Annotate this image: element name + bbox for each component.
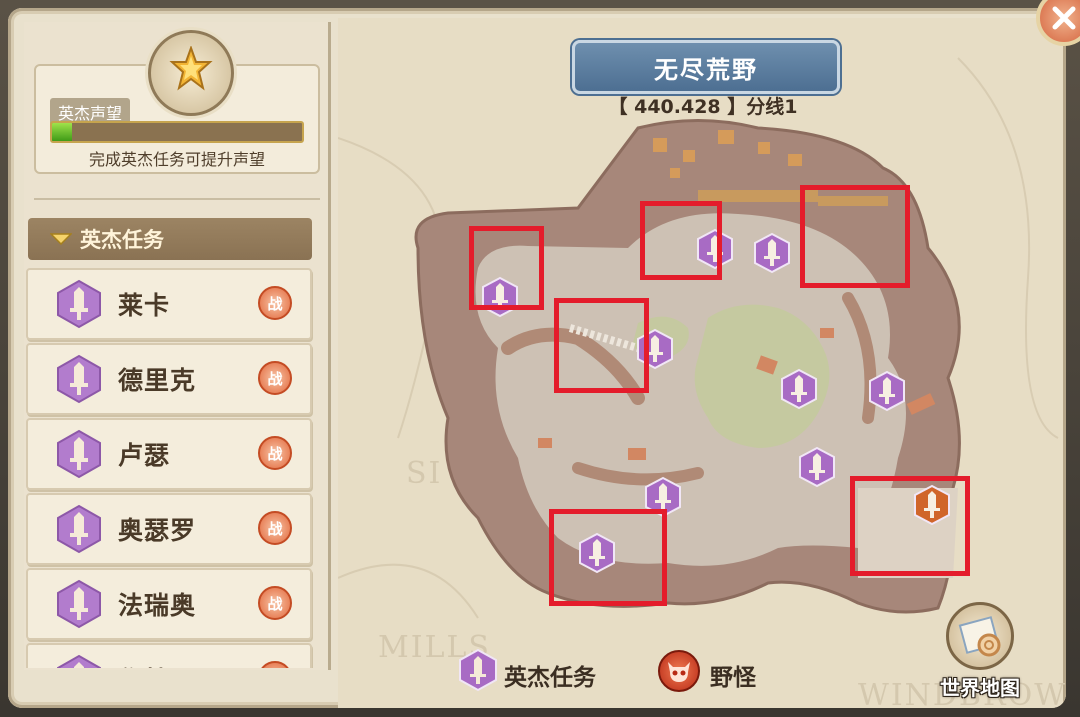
reputation-hint: 完成英杰任务可提升声望: [88, 150, 265, 169]
battle-badge[interactable]: 战: [258, 436, 292, 470]
quest-item[interactable]: 作特 战: [26, 643, 312, 668]
quest-item[interactable]: 法瑞奥 战: [26, 568, 312, 640]
reputation-badge: [148, 30, 234, 116]
quest-marker[interactable]: [798, 446, 836, 488]
map-panel: 英杰声望 完成英杰任务可提升声望 英杰任务 莱卡战德里克战卢瑟战奥瑟罗战法瑞奥战…: [8, 8, 1066, 708]
quest-name: 法瑞奥: [118, 591, 197, 620]
sword-hexagon-icon: [57, 579, 101, 629]
highlight-box: [640, 201, 722, 280]
hex-glyph: [754, 232, 790, 274]
battle-badge[interactable]: 战: [258, 361, 292, 395]
quest-name: 莱卡: [118, 291, 171, 320]
quest-list: 莱卡战德里克战卢瑟战奥瑟罗战法瑞奥战作特战: [24, 268, 324, 668]
highlight-box: [549, 509, 667, 606]
highlight-box: [800, 185, 910, 288]
quest-marker[interactable]: [780, 368, 818, 410]
map-coordinates: 【 440.428 】分线1: [608, 96, 798, 118]
scroll-glyph: [958, 616, 1001, 657]
sword-hexagon-icon: [57, 654, 101, 668]
quest-section-header[interactable]: 英杰任务: [28, 218, 312, 260]
quest-marker[interactable]: [868, 370, 906, 412]
skull-glyph: [668, 662, 690, 682]
sidebar: 英杰声望 完成英杰任务可提升声望 英杰任务 莱卡战德里克战卢瑟战奥瑟罗战法瑞奥战…: [24, 22, 331, 670]
divider: [34, 198, 320, 200]
hex-glyph: [781, 368, 817, 410]
sword-hexagon-icon: [57, 354, 101, 404]
sword-hexagon-icon: [57, 504, 101, 554]
sword-hexagon-icon: [459, 648, 497, 692]
scroll-map-icon: [946, 602, 1014, 670]
hex-glyph: [869, 370, 905, 412]
star-flame-icon: [169, 46, 213, 91]
map-bg-label: SI: [406, 456, 443, 491]
battle-badge[interactable]: 战: [258, 661, 292, 668]
highlight-box: [850, 476, 970, 576]
battle-badge[interactable]: 战: [258, 586, 292, 620]
quest-name: 作特: [118, 661, 170, 668]
reputation-progress-fill: [52, 123, 72, 141]
quest-name: 德里克: [118, 366, 197, 395]
demon-skull-icon: [658, 650, 700, 692]
sword-hexagon-icon: [57, 279, 101, 329]
quest-item[interactable]: 德里克 战: [26, 343, 312, 415]
battle-badge[interactable]: 战: [258, 511, 292, 545]
reputation-card: 英杰声望 完成英杰任务可提升声望: [34, 30, 320, 174]
hex-glyph: [799, 446, 835, 488]
sword-hexagon-icon: [57, 429, 101, 479]
legend-quest-label: 英杰任务: [504, 665, 596, 691]
world-map-label: 世界地图: [940, 676, 1020, 700]
map-area[interactable]: SI MILLS WINDBROW 无尽荒野 【 440.428 】分线1 英杰…: [338, 18, 1065, 708]
world-map-button[interactable]: 世界地图: [934, 596, 1026, 700]
quest-name: 奥瑟罗: [118, 516, 197, 545]
highlight-box: [469, 226, 544, 310]
quest-name: 卢瑟: [118, 441, 171, 470]
reputation-progress-bar: [50, 121, 304, 143]
close-icon: [1052, 6, 1076, 30]
quest-item[interactable]: 卢瑟 战: [26, 418, 312, 490]
quest-section-title: 英杰任务: [80, 228, 164, 252]
chevron-down-icon: [50, 233, 72, 245]
highlight-box: [554, 298, 649, 393]
battle-badge[interactable]: 战: [258, 286, 292, 320]
quest-item[interactable]: 莱卡 战: [26, 268, 312, 340]
map-title: 无尽荒野: [572, 40, 840, 94]
game-frame: 英杰声望 完成英杰任务可提升声望 英杰任务 莱卡战德里克战卢瑟战奥瑟罗战法瑞奥战…: [0, 0, 1080, 717]
quest-marker[interactable]: [753, 232, 791, 274]
legend-monster-label: 野怪: [710, 665, 756, 691]
quest-item[interactable]: 奥瑟罗 战: [26, 493, 312, 565]
